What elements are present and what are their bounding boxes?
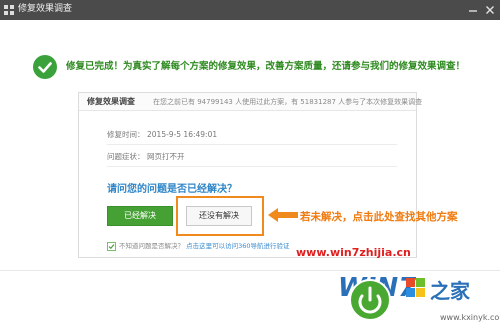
svg-text:www.kxinyk.com: www.kxinyk.com <box>440 313 500 322</box>
svg-text:之家: 之家 <box>430 279 471 303</box>
card-title: 修复效果调查 <box>87 97 135 106</box>
verify-hint-prefix: 不知道问题是否解决？ <box>119 242 184 250</box>
symptom-label: 问题症状： <box>107 152 145 161</box>
survey-card: 修复效果调查 在您之前已有 94799143 人使用过此方案，有 5183128… <box>78 92 422 258</box>
window-title: 修复效果调查 <box>18 4 73 14</box>
survey-window: 修复效果调查 修复已完成！为真实了解每个方案的修复效果，改善方案质量，还请参与我… <box>0 0 500 324</box>
not-solved-button[interactable]: 还没有解决 <box>186 206 252 226</box>
field-divider <box>107 144 397 145</box>
success-check-icon <box>33 55 57 79</box>
minimize-icon[interactable] <box>466 3 480 17</box>
close-icon[interactable] <box>483 3 497 17</box>
completion-message: 修复已完成！为真实了解每个方案的修复效果，改善方案质量，还请参与我们的修复效果调… <box>66 61 466 72</box>
app-icon <box>4 5 14 15</box>
watermark-logo: WIN7 之家 www.kxinyk.com <box>340 273 500 322</box>
verify-link[interactable]: 点击这里可以访问360导航进行验证 <box>186 242 289 250</box>
field-divider <box>107 166 397 167</box>
left-arrow-icon <box>268 208 298 222</box>
title-bar: 修复效果调查 <box>0 0 500 20</box>
verify-hint: 不知道问题是否解决？ 点击这里可以访问360导航进行验证 <box>119 241 290 251</box>
repair-time-value: 2015-9-5 16:49:01 <box>147 130 218 139</box>
repair-time-label: 修复时间： <box>107 130 145 139</box>
checkbox-icon[interactable] <box>107 242 116 251</box>
symptom-value: 网页打不开 <box>147 152 185 161</box>
solved-button[interactable]: 已经解决 <box>107 206 173 226</box>
card-header: 修复效果调查 在您之前已有 94799143 人使用过此方案，有 5183128… <box>79 93 422 111</box>
resolved-question: 请问您的问题是否已经解决？ <box>107 184 237 195</box>
usage-stats: 在您之前已有 94799143 人使用过此方案，有 51831287 人参与了本… <box>153 98 423 106</box>
annotation-text: 若未解决，点击此处查找其他方案 <box>300 211 458 223</box>
